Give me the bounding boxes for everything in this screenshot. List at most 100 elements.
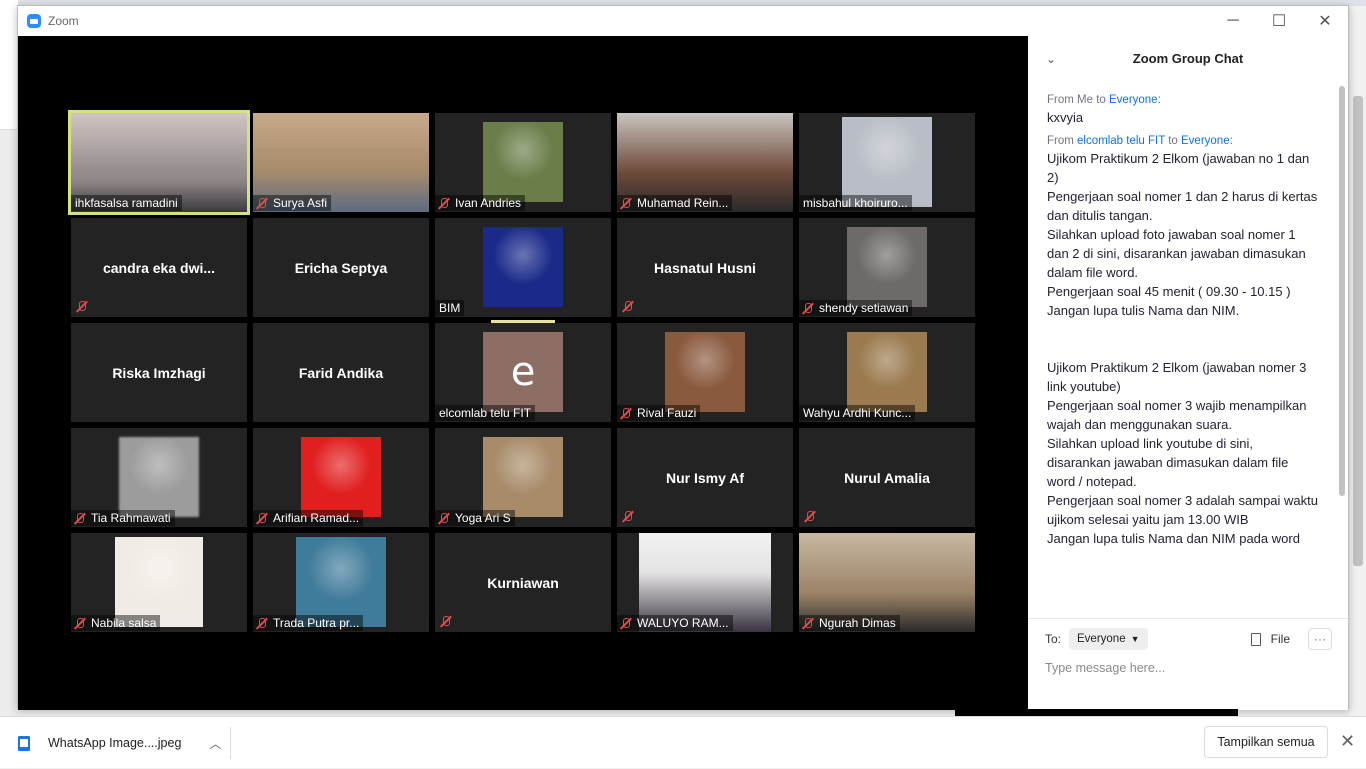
participant-nametag: elcomlab telu FIT xyxy=(435,405,536,421)
participant-tile[interactable]: Trada Putra pr... xyxy=(253,533,429,632)
participant-tile[interactable]: Kurniawan xyxy=(435,533,611,632)
from-prefix: From xyxy=(1047,135,1078,147)
participant-tile[interactable]: Rival Fauzi xyxy=(617,323,793,422)
participant-tile[interactable]: Ivan Andries xyxy=(435,113,611,212)
chevron-up-icon[interactable]: ︿ xyxy=(209,735,221,752)
participant-nametag: Rival Fauzi xyxy=(617,405,701,421)
file-button[interactable]: File xyxy=(1250,632,1290,646)
participant-name: BIM xyxy=(439,301,461,315)
profile-picture xyxy=(665,331,745,412)
participant-tile[interactable]: Arifian Ramad... xyxy=(253,428,429,527)
participant-tile[interactable]: Ngurah Dimas xyxy=(799,533,975,632)
muted-mic-icon xyxy=(621,300,634,313)
participant-tile[interactable]: e elcomlab telu FIT xyxy=(435,323,611,422)
participant-name: Wahyu Ardhi Kunc... xyxy=(803,406,912,420)
muted-mic-icon xyxy=(255,617,268,630)
participant-nametag: Trada Putra pr... xyxy=(253,615,364,631)
to-label: To: xyxy=(1045,632,1062,646)
sender-name[interactable]: elcomlab telu FIT xyxy=(1077,135,1165,147)
participant-name: Rival Fauzi xyxy=(637,406,697,420)
participant-tile[interactable]: Nabila salsa xyxy=(71,533,247,632)
profile-picture xyxy=(847,331,927,412)
muted-mic-icon xyxy=(619,407,632,420)
more-options-button[interactable]: ··· xyxy=(1308,628,1332,650)
participant-tile[interactable]: Yoga Ari S xyxy=(435,428,611,527)
page-scrollbar-thumb[interactable] xyxy=(1353,96,1363,566)
participant-nametag: Ivan Andries xyxy=(435,195,526,211)
file-icon xyxy=(1250,632,1261,646)
participant-nametag: Ngurah Dimas xyxy=(799,615,900,631)
participant-tile[interactable]: BIM xyxy=(435,218,611,317)
participant-name: Ivan Andries xyxy=(455,196,522,210)
recipient-name[interactable]: Everyone: xyxy=(1109,94,1161,106)
participant-tile[interactable]: Hasnatul Husni xyxy=(617,218,793,317)
participant-nametag: Yoga Ari S xyxy=(435,510,515,526)
participant-name: Surya Asfi xyxy=(273,196,328,210)
participant-name: Kurniawan xyxy=(487,574,559,591)
participant-name: candra eka dwi... xyxy=(102,259,216,276)
participant-name: Ericha Septya xyxy=(294,259,388,276)
gallery-view: ihkfasalsa ramadini Surya Asfi Ivan Andrie… xyxy=(18,36,1028,710)
message-text: Ujikom Praktikum 2 Elkom (jawaban no 1 d… xyxy=(1047,151,1319,546)
participant-name: Nurul Amalia xyxy=(844,469,930,486)
participant-tile[interactable]: Muhamad Rein... xyxy=(617,113,793,212)
profile-picture xyxy=(483,226,563,307)
chevron-down-icon[interactable]: ⌄ xyxy=(1046,52,1056,66)
zoom-logo-icon xyxy=(27,14,41,28)
participant-nametag: Tia Rahmawati xyxy=(71,510,175,526)
participant-tile[interactable]: Farid Andika xyxy=(253,323,429,422)
participant-tile[interactable]: candra eka dwi... xyxy=(71,218,247,317)
muted-mic-icon xyxy=(73,617,86,630)
participant-name: elcomlab telu FIT xyxy=(439,406,532,420)
participant-name: Riska Imzhagi xyxy=(112,364,206,381)
recipient-select[interactable]: Everyone ▼ xyxy=(1069,628,1148,650)
close-icon[interactable]: ✕ xyxy=(1340,731,1355,752)
to-prefix: to xyxy=(1165,135,1182,147)
participant-tile[interactable]: Surya Asfi xyxy=(253,113,429,212)
muted-mic-icon xyxy=(619,617,632,630)
participant-tile[interactable]: shendy setiawan xyxy=(799,218,975,317)
taskbar-fragment xyxy=(955,709,1238,716)
participant-name: Arifian Ramad... xyxy=(273,511,360,525)
minimize-button[interactable]: ─ xyxy=(1210,6,1256,36)
chat-message: From Me to Everyone: kxvyia xyxy=(1047,94,1319,127)
show-all-button[interactable]: Tampilkan semua xyxy=(1204,726,1328,758)
chat-scrollbar-thumb[interactable] xyxy=(1339,86,1345,496)
page-scrollbar[interactable] xyxy=(1350,6,1366,716)
chat-scrollbar[interactable] xyxy=(1338,86,1346,616)
recipient-value: Everyone xyxy=(1077,633,1126,645)
participant-name: shendy setiawan xyxy=(819,301,909,315)
to-prefix: to xyxy=(1093,94,1109,106)
participant-tile[interactable]: Nur Ismy Af xyxy=(617,428,793,527)
muted-mic-icon xyxy=(803,510,816,523)
participant-tile[interactable]: Wahyu Ardhi Kunc... xyxy=(799,323,975,422)
participant-tile[interactable]: Nurul Amalia xyxy=(799,428,975,527)
message-input[interactable] xyxy=(1045,658,1335,678)
profile-picture xyxy=(115,536,203,627)
title-bar: Zoom ─ ☐ ✕ xyxy=(18,6,1348,36)
participant-tile[interactable]: Ericha Septya xyxy=(253,218,429,317)
chat-message: From elcomlab telu FIT to Everyone: Ujik… xyxy=(1047,135,1319,548)
chat-title: Zoom Group Chat xyxy=(1132,50,1244,66)
participant-nametag: WALUYO RAM... xyxy=(617,615,733,631)
muted-mic-icon xyxy=(255,512,268,525)
participant-nametag: misbahul khoiruro... xyxy=(799,195,912,211)
participant-nametag: Nabila salsa xyxy=(71,615,161,631)
close-button[interactable]: ✕ xyxy=(1302,6,1348,36)
maximize-button[interactable]: ☐ xyxy=(1256,6,1302,36)
divider xyxy=(230,727,231,759)
chat-panel: ⌄ Zoom Group Chat From Me to Everyone: k… xyxy=(1028,36,1348,710)
participant-tile[interactable]: ihkfasalsa ramadini xyxy=(68,110,250,215)
window-title: Zoom xyxy=(48,14,79,28)
muted-mic-icon xyxy=(437,197,450,210)
participant-name: Yoga Ari S xyxy=(455,511,511,525)
divider xyxy=(1028,618,1348,619)
participant-tile[interactable]: WALUYO RAM... xyxy=(617,533,793,632)
download-item[interactable]: WhatsApp Image....jpeg ︿ xyxy=(18,717,221,769)
participant-tile[interactable]: misbahul khoiruro... xyxy=(799,113,975,212)
chat-messages: From Me to Everyone: kxvyia From elcomla… xyxy=(1047,86,1319,612)
participant-tile[interactable]: Tia Rahmawati xyxy=(71,428,247,527)
muted-mic-icon xyxy=(621,510,634,523)
participant-tile[interactable]: Riska Imzhagi xyxy=(71,323,247,422)
recipient-name[interactable]: Everyone: xyxy=(1181,135,1233,147)
